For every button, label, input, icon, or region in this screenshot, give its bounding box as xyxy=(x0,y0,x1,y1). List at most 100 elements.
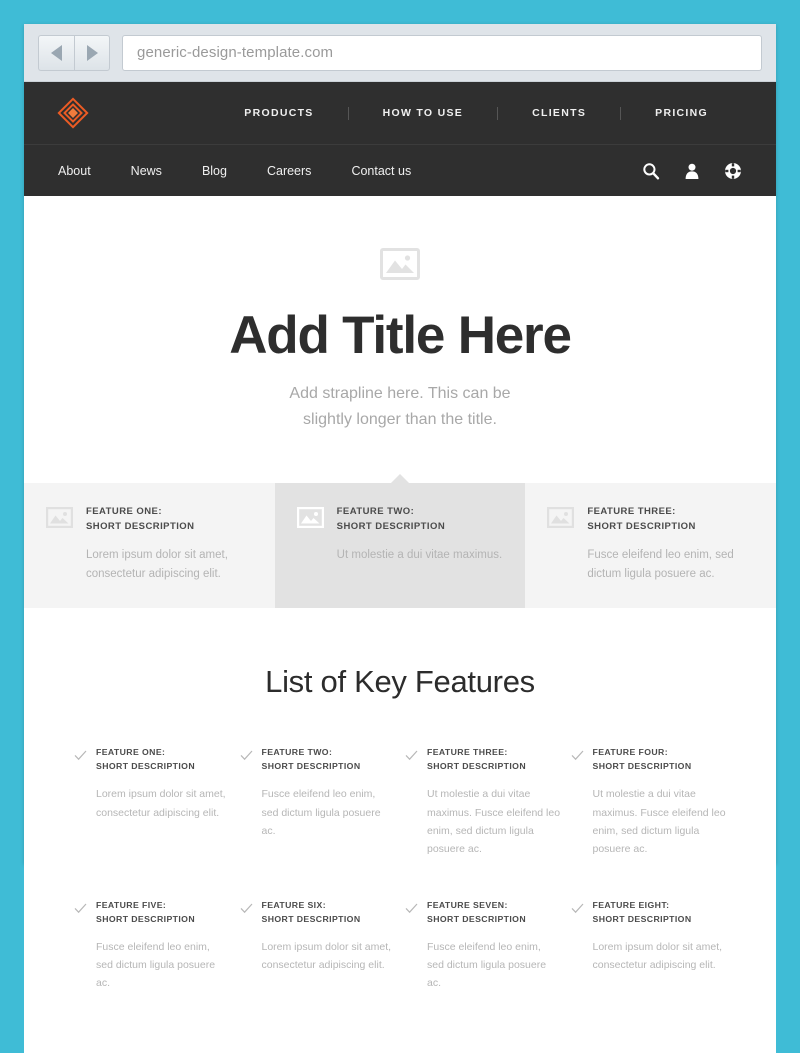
feature-card-title: FEATURE TWO: SHORT DESCRIPTION xyxy=(337,505,506,534)
browser-nav-buttons xyxy=(38,34,110,71)
back-button[interactable] xyxy=(38,34,74,71)
nav-item-how-to-use[interactable]: HOW TO USE xyxy=(349,107,497,119)
feature-card-description: Ut molestie a dui vitae maximus. xyxy=(336,549,503,562)
browser-window: generic-design-template.com PRODUCTS HOW… xyxy=(24,24,776,1053)
key-feature-title-line-1: FEATURE FOUR: xyxy=(592,747,668,758)
user-icon[interactable] xyxy=(683,162,701,180)
key-feature-title: FEATURE SIX: SHORT DESCRIPTION xyxy=(262,899,396,927)
secondary-navigation: About News Blog Careers Contact us xyxy=(24,144,776,196)
feature-card-description: Fusce eleifend leo enim, sed dictum ligu… xyxy=(587,549,734,581)
key-feature-description: Fusce eleifend leo enim, sed dictum ligu… xyxy=(427,940,547,990)
subnav-item-about[interactable]: About xyxy=(58,164,91,178)
feature-card-title-line-2: SHORT DESCRIPTION xyxy=(86,520,195,532)
key-feature-title-line-2: SHORT DESCRIPTION xyxy=(96,913,195,924)
feature-strip: FEATURE ONE: SHORT DESCRIPTION Lorem ips… xyxy=(24,474,776,609)
key-feature-title-line-2: SHORT DESCRIPTION xyxy=(592,913,692,924)
url-input[interactable]: generic-design-template.com xyxy=(122,34,762,71)
check-icon xyxy=(571,899,584,993)
feature-card-body: FEATURE THREE: SHORT DESCRIPTION Fusce e… xyxy=(587,505,756,584)
back-arrow-icon xyxy=(51,44,62,61)
image-placeholder-icon xyxy=(380,248,420,280)
image-placeholder-icon xyxy=(546,505,575,584)
hero-strapline: Add strapline here. This can be slightly… xyxy=(24,381,776,433)
key-feature-description: Ut molestie a dui vitae maximus. Fusce e… xyxy=(427,788,561,856)
key-feature-body: FEATURE SEVEN: SHORT DESCRIPTION Fusce e… xyxy=(427,899,561,993)
url-text: generic-design-template.com xyxy=(137,44,334,61)
site-header: PRODUCTS HOW TO USE CLIENTS PRICING xyxy=(24,82,776,144)
key-feature-item: FEATURE ONE: SHORT DESCRIPTION Lorem ips… xyxy=(74,746,230,858)
check-icon xyxy=(405,746,418,858)
forward-arrow-icon xyxy=(86,44,98,61)
key-feature-body: FEATURE FIVE: SHORT DESCRIPTION Fusce el… xyxy=(96,899,230,993)
feature-card-three[interactable]: FEATURE THREE: SHORT DESCRIPTION Fusce e… xyxy=(525,483,776,608)
key-feature-title: FEATURE FIVE: SHORT DESCRIPTION xyxy=(96,899,230,927)
key-feature-title: FEATURE EIGHT: SHORT DESCRIPTION xyxy=(593,899,727,927)
key-feature-title-line-2: SHORT DESCRIPTION xyxy=(592,761,692,772)
key-feature-body: FEATURE ONE: SHORT DESCRIPTION Lorem ips… xyxy=(96,746,230,858)
key-feature-title-line-2: SHORT DESCRIPTION xyxy=(261,761,361,772)
feature-card-title: FEATURE ONE: SHORT DESCRIPTION xyxy=(86,505,255,534)
key-feature-item: FEATURE THREE: SHORT DESCRIPTION Ut mole… xyxy=(405,746,561,858)
key-feature-item: FEATURE SIX: SHORT DESCRIPTION Lorem ips… xyxy=(240,899,396,993)
image-placeholder-icon xyxy=(45,505,74,584)
key-feature-item: FEATURE TWO: SHORT DESCRIPTION Fusce ele… xyxy=(240,746,396,858)
nav-item-clients[interactable]: CLIENTS xyxy=(498,107,620,119)
key-feature-description: Ut molestie a dui vitae maximus. Fusce e… xyxy=(592,788,726,856)
key-feature-title-line-1: FEATURE EIGHT: xyxy=(592,899,670,910)
main-navigation: PRODUCTS HOW TO USE CLIENTS PRICING xyxy=(88,106,742,120)
key-feature-description: Lorem ipsum dolor sit amet, consectetur … xyxy=(261,940,392,971)
feature-card-body: FEATURE TWO: SHORT DESCRIPTION Ut molest… xyxy=(337,505,506,584)
forward-button[interactable] xyxy=(74,34,110,71)
key-feature-title-line-1: FEATURE ONE: xyxy=(96,747,166,758)
key-features-grid: FEATURE ONE: SHORT DESCRIPTION Lorem ips… xyxy=(74,746,726,992)
key-feature-item: FEATURE FOUR: SHORT DESCRIPTION Ut moles… xyxy=(571,746,727,858)
key-feature-title-line-1: FEATURE SIX: xyxy=(261,899,326,910)
feature-card-title-line-2: SHORT DESCRIPTION xyxy=(587,520,696,532)
feature-card-title-line-2: SHORT DESCRIPTION xyxy=(336,520,446,532)
browser-chrome-bar: generic-design-template.com xyxy=(24,24,776,82)
check-icon xyxy=(240,899,253,993)
check-icon xyxy=(571,746,584,858)
key-feature-item: FEATURE FIVE: SHORT DESCRIPTION Fusce el… xyxy=(74,899,230,993)
hero-section: Add Title Here Add strapline here. This … xyxy=(24,196,776,484)
header-icon-group xyxy=(642,162,742,180)
page-title: Add Title Here xyxy=(229,306,572,365)
feature-card-one[interactable]: FEATURE ONE: SHORT DESCRIPTION Lorem ips… xyxy=(24,483,275,608)
key-feature-title: FEATURE THREE: SHORT DESCRIPTION xyxy=(427,746,561,774)
feature-card-title: FEATURE THREE: SHORT DESCRIPTION xyxy=(587,505,756,534)
active-card-pointer-icon xyxy=(390,474,410,485)
key-feature-title: FEATURE FOUR: SHORT DESCRIPTION xyxy=(593,746,727,774)
key-feature-body: FEATURE FOUR: SHORT DESCRIPTION Ut moles… xyxy=(593,746,727,858)
search-icon[interactable] xyxy=(642,162,660,180)
subnav-item-news[interactable]: News xyxy=(131,164,162,178)
hero-strapline-line-1: Add strapline here. This can be xyxy=(289,385,511,403)
diamond-logo[interactable] xyxy=(57,97,89,129)
image-placeholder-icon xyxy=(296,505,325,584)
lifebuoy-icon[interactable] xyxy=(724,162,742,180)
feature-card-title-line-1: FEATURE TWO: xyxy=(336,506,415,518)
key-feature-description: Lorem ipsum dolor sit amet, consectetur … xyxy=(96,788,226,819)
feature-card-title-line-1: FEATURE THREE: xyxy=(587,506,676,518)
subnav-item-blog[interactable]: Blog xyxy=(202,164,227,178)
key-feature-title-line-2: SHORT DESCRIPTION xyxy=(261,913,361,924)
subnav-item-contact-us[interactable]: Contact us xyxy=(351,164,411,178)
feature-card-two[interactable]: FEATURE TWO: SHORT DESCRIPTION Ut molest… xyxy=(274,474,526,609)
key-feature-title-line-2: SHORT DESCRIPTION xyxy=(427,761,526,772)
key-feature-body: FEATURE EIGHT: SHORT DESCRIPTION Lorem i… xyxy=(593,899,727,993)
key-feature-title-line-1: FEATURE FIVE: xyxy=(96,899,167,910)
key-feature-title-line-1: FEATURE SEVEN: xyxy=(427,899,508,910)
key-features-heading: List of Key Features xyxy=(265,664,535,700)
check-icon xyxy=(240,746,253,858)
feature-card-title-line-1: FEATURE ONE: xyxy=(86,506,162,518)
subnav-item-careers[interactable]: Careers xyxy=(267,164,311,178)
nav-item-pricing[interactable]: PRICING xyxy=(621,107,742,119)
key-feature-body: FEATURE SIX: SHORT DESCRIPTION Lorem ips… xyxy=(262,899,396,993)
check-icon xyxy=(74,899,87,993)
nav-item-products[interactable]: PRODUCTS xyxy=(210,107,347,119)
key-feature-body: FEATURE THREE: SHORT DESCRIPTION Ut mole… xyxy=(427,746,561,858)
hero-strapline-line-2: slightly longer than the title. xyxy=(303,411,497,429)
key-feature-item: FEATURE SEVEN: SHORT DESCRIPTION Fusce e… xyxy=(405,899,561,993)
check-icon xyxy=(74,746,87,858)
key-feature-title-line-2: SHORT DESCRIPTION xyxy=(427,913,526,924)
key-feature-title: FEATURE TWO: SHORT DESCRIPTION xyxy=(262,746,396,774)
